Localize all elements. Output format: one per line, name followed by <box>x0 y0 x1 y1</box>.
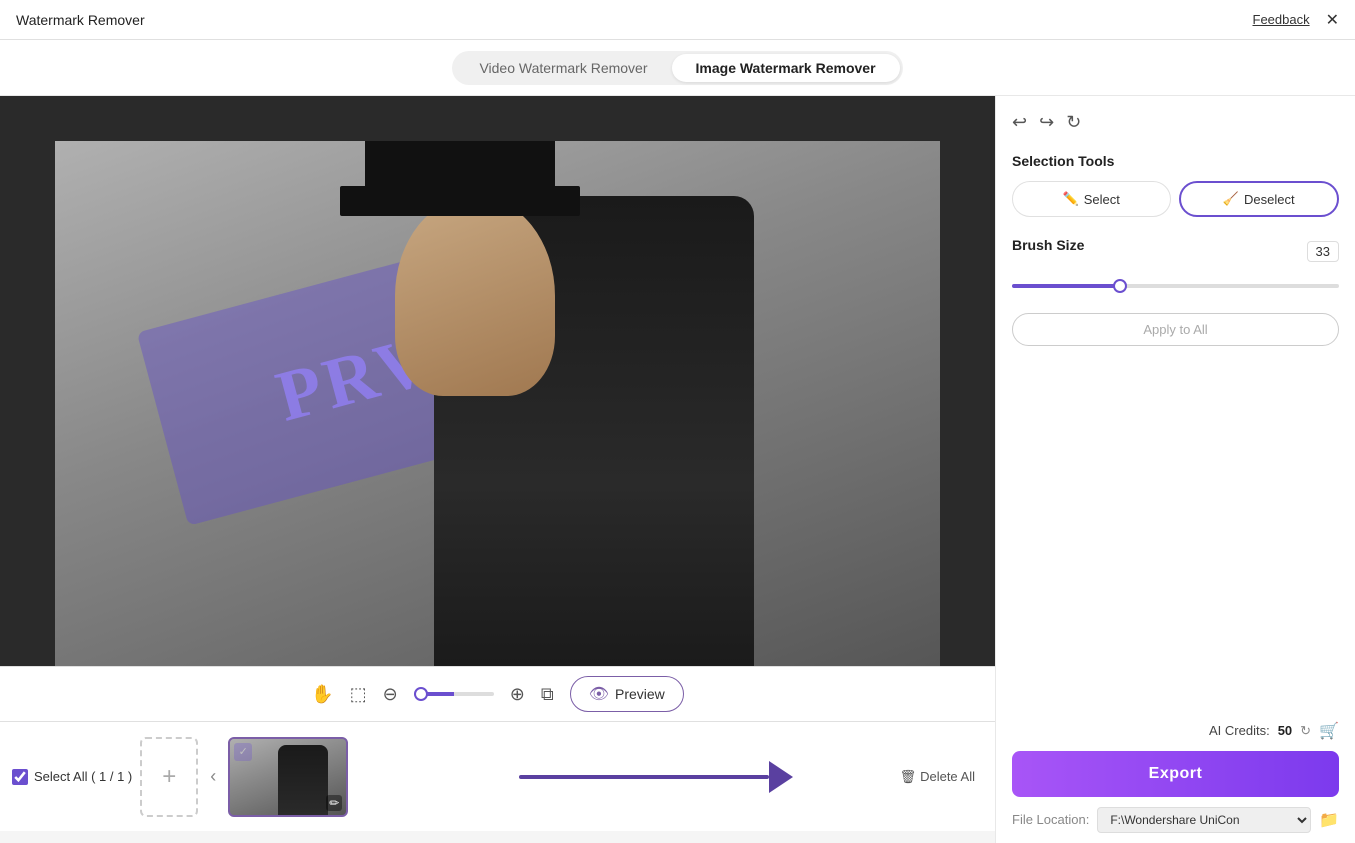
prev-arrow[interactable]: ‹ <box>206 762 220 791</box>
photo-display: PRVT <box>55 141 940 676</box>
pan-tool-button[interactable]: ✋ <box>311 684 333 705</box>
refresh-credits-icon[interactable]: ↻ <box>1300 723 1311 739</box>
tab-group: Video Watermark Remover Image Watermark … <box>452 51 902 85</box>
thumbnail-item[interactable]: ✓ ✏ <box>228 737 348 817</box>
ai-credits-value: 50 <box>1278 723 1292 738</box>
select-all-container: Select All ( 1 / 1 ) <box>12 769 132 785</box>
zoom-out-button[interactable]: ⊖ <box>383 684 398 705</box>
canvas-toolbar: ✋ ⬚ ⊖ ⊕ ⧉ 👁 Preview <box>0 666 995 721</box>
cap-brim <box>340 186 580 216</box>
image-container: PRVT <box>55 141 940 676</box>
delete-all-button[interactable]: 🗑 Delete All <box>880 769 995 785</box>
eraser-icon: 🧹 <box>1223 191 1239 207</box>
bottom-strip: Select All ( 1 / 1 ) + ‹ ✓ ✏ 🗑 Delete Al… <box>0 721 1355 831</box>
add-image-button[interactable]: + <box>140 737 198 817</box>
titlebar: Watermark Remover Feedback ✕ <box>0 0 1355 40</box>
brush-slider[interactable] <box>1012 284 1339 288</box>
filmstrip-area: Select All ( 1 / 1 ) + ‹ ✓ ✏ <box>0 737 432 817</box>
delete-all-label: Delete All <box>920 769 975 784</box>
app-title: Watermark Remover <box>16 12 145 28</box>
tab-video[interactable]: Video Watermark Remover <box>455 54 671 82</box>
preview-button[interactable]: 👁 Preview <box>570 676 684 712</box>
arrow-decoration <box>432 761 880 793</box>
file-location-label: File Location: <box>1012 812 1089 827</box>
canvas-area[interactable]: PRVT ✋ ⬚ ⊖ ⊕ ⧉ 👁 Preview <box>0 96 995 721</box>
tab-bar: Video Watermark Remover Image Watermark … <box>0 40 1355 96</box>
redo-button[interactable]: ↪ <box>1039 112 1054 133</box>
select-tool-button[interactable]: ⬚ <box>350 684 367 705</box>
right-panel: ↩ ↪ ↻ Selection Tools ✏️ Select 🧹 Desele… <box>995 96 1355 721</box>
arrow-head <box>769 761 793 793</box>
export-button[interactable]: Export <box>1012 751 1339 797</box>
zoom-in-button[interactable]: ⊕ <box>510 684 525 705</box>
brush-size-label: Brush Size <box>1012 237 1084 253</box>
titlebar-left: Watermark Remover <box>16 12 145 28</box>
thumbnail-figure <box>278 745 328 815</box>
apply-to-all-button[interactable]: Apply to All <box>1012 313 1339 346</box>
figure-face <box>395 196 555 396</box>
preview-label: Preview <box>615 686 665 702</box>
right-bottom-panel: AI Credits: 50 ↻ 🛒 Export File Location:… <box>995 711 1355 843</box>
select-all-label: Select All ( 1 / 1 ) <box>34 769 132 784</box>
refresh-button[interactable]: ↻ <box>1066 112 1081 133</box>
tab-image[interactable]: Image Watermark Remover <box>672 54 900 82</box>
plus-icon: + <box>162 763 176 791</box>
cap-top <box>365 141 555 186</box>
pencil-icon: ✏️ <box>1063 191 1079 207</box>
brush-value: 33 <box>1307 241 1339 262</box>
brush-header: Brush Size 33 <box>1012 237 1339 265</box>
undo-button[interactable]: ↩ <box>1012 112 1027 133</box>
trash-icon: 🗑 <box>900 769 917 785</box>
cart-icon[interactable]: 🛒 <box>1319 721 1339 741</box>
ai-credits-label: AI Credits: <box>1209 723 1270 738</box>
zoom-slider[interactable] <box>414 692 494 696</box>
deselect-tool-btn[interactable]: 🧹 Deselect <box>1179 181 1340 217</box>
file-location-select[interactable]: F:\Wondershare UniCon <box>1097 807 1311 833</box>
zoom-slider-container <box>414 692 494 696</box>
arrow-line <box>519 775 769 779</box>
brush-section: Brush Size 33 <box>1012 237 1339 293</box>
split-view-button[interactable]: ⧉ <box>541 684 554 705</box>
folder-icon[interactable]: 📁 <box>1319 810 1339 830</box>
close-button[interactable]: ✕ <box>1326 10 1339 30</box>
deselect-btn-label: Deselect <box>1244 192 1295 207</box>
titlebar-right: Feedback ✕ <box>1253 10 1340 30</box>
select-all-checkbox[interactable] <box>12 769 28 785</box>
panel-icons: ↩ ↪ ↻ <box>1012 112 1339 133</box>
select-tool-btn[interactable]: ✏️ Select <box>1012 181 1171 217</box>
selection-tools-row: ✏️ Select 🧹 Deselect <box>1012 181 1339 217</box>
select-btn-label: Select <box>1084 192 1120 207</box>
main-content: PRVT ✋ ⬚ ⊖ ⊕ ⧉ 👁 Preview <box>0 96 1355 721</box>
credits-row: AI Credits: 50 ↻ 🛒 <box>1012 721 1339 741</box>
eye-icon: 👁 <box>589 684 609 704</box>
feedback-link[interactable]: Feedback <box>1253 12 1310 27</box>
thumbnail-edit-icon: ✏ <box>326 795 342 811</box>
selection-tools-label: Selection Tools <box>1012 153 1339 169</box>
file-location-row: File Location: F:\Wondershare UniCon 📁 <box>1012 807 1339 833</box>
